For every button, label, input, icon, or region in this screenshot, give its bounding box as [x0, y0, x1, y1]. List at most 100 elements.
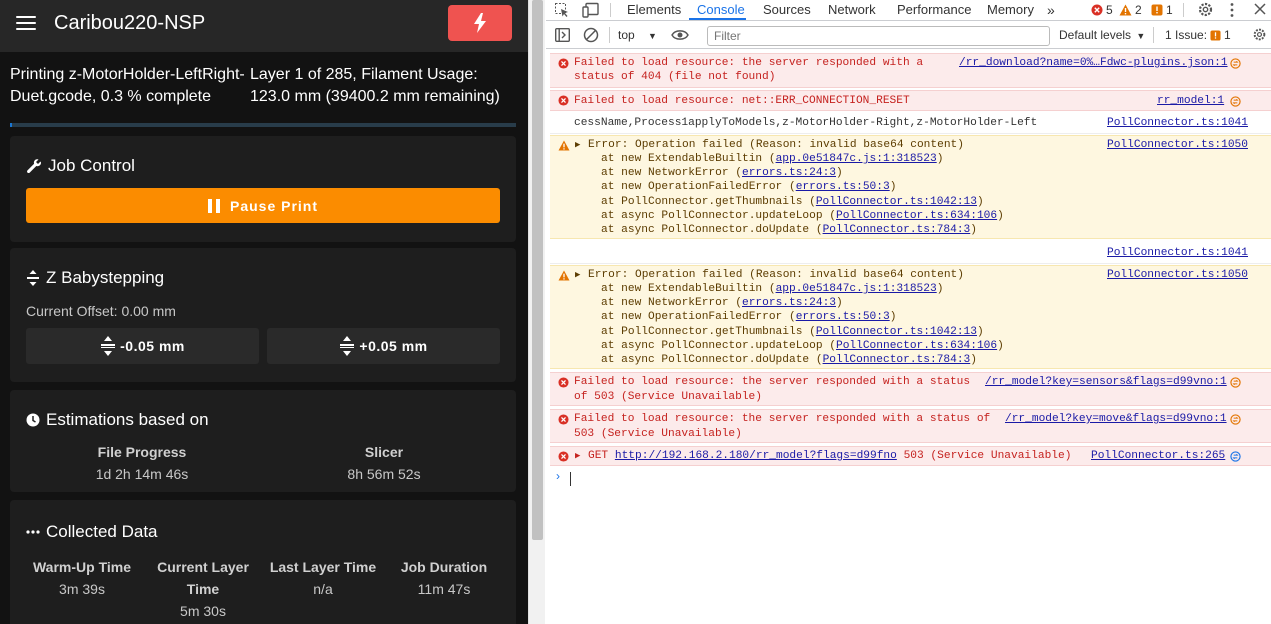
message-text: Error: Operation failed (Reason: invalid…	[588, 139, 964, 151]
tab-memory[interactable]: Memory	[987, 2, 1034, 17]
stack-frame-link[interactable]: app.0e51847c.js:1:318523	[776, 283, 937, 295]
tab-performance[interactable]: Performance	[897, 2, 971, 17]
context-selector-value: top	[618, 28, 635, 42]
log-levels-dropdown[interactable]: Default levels ▼	[1059, 28, 1145, 42]
request-url-link[interactable]: http://192.168.2.180/rr_model?flags=d99f…	[615, 450, 897, 462]
app-scrollbar[interactable]	[528, 0, 545, 624]
clear-console-icon[interactable]	[583, 27, 599, 43]
network-request-icon[interactable]	[1230, 58, 1241, 69]
network-request-icon[interactable]	[1230, 451, 1241, 462]
tab-divider	[1183, 3, 1184, 17]
babystep-down-label: -0.05 mm	[120, 338, 185, 354]
console-error-message: Failed to load resource: net::ERR_CONNEC…	[550, 90, 1271, 111]
pause-print-button[interactable]: Pause Print	[26, 188, 500, 223]
devtools-panel: Elements Console Sources Network Perform…	[546, 0, 1271, 624]
stack-frame-link[interactable]: PollConnector.ts:634:106	[836, 210, 997, 222]
more-tabs-icon[interactable]: »	[1047, 2, 1055, 18]
tab-network[interactable]: Network	[828, 2, 876, 17]
message-text: Error: Operation failed (Reason: invalid…	[588, 269, 964, 281]
job-duration-label: Job Duration	[400, 559, 488, 575]
stack-frame-link[interactable]: PollConnector.ts:1042:13	[816, 196, 977, 208]
warning-counter[interactable]: 2	[1119, 3, 1142, 17]
close-icon[interactable]	[1254, 3, 1266, 15]
message-source-link[interactable]: /rr_download?name=0%…Fdwc-plugins.json:1	[959, 56, 1228, 71]
current-layer-time-label: Current Layer	[157, 559, 249, 575]
file-progress-label: File Progress	[97, 444, 187, 460]
last-layer-time: Last Layer Time n/a	[264, 556, 382, 600]
babystep-up-button[interactable]: +0.05 mm	[267, 328, 500, 364]
kebab-menu-icon[interactable]	[1229, 2, 1235, 18]
warning-icon	[558, 140, 570, 151]
error-counter[interactable]: 5	[1091, 3, 1113, 17]
log-levels-value: Default levels	[1059, 28, 1132, 42]
estimations-header: Estimations based on	[26, 410, 209, 430]
stack-frame-link[interactable]: PollConnector.ts:784:3	[823, 354, 971, 366]
stack-frame-link[interactable]: errors.ts:50:3	[796, 181, 890, 193]
console-toolbar: top ▼ Default levels ▼ 1 Issue: 1	[546, 22, 1271, 49]
issues-button[interactable]: 1 Issue: 1	[1165, 28, 1231, 42]
message-source-link[interactable]: PollConnector.ts:1041	[1107, 116, 1248, 131]
network-request-icon[interactable]	[1230, 414, 1241, 425]
z-babystepping-header: Z Babystepping	[26, 268, 164, 288]
stack-frame: at new ExtendableBuiltin (app.0e51847c.j…	[601, 153, 944, 165]
console-error-message: Failed to load resource: the server resp…	[550, 53, 1271, 88]
sidebar-toggle-icon[interactable]	[555, 28, 570, 42]
network-request-icon[interactable]	[1230, 96, 1241, 107]
device-toolbar-icon[interactable]	[582, 2, 600, 18]
tab-sources[interactable]: Sources	[763, 2, 811, 17]
file-progress-estimate: File Progress 1d 2h 14m 46s	[52, 444, 232, 482]
message-text: status of 404 (file not found)	[574, 71, 776, 83]
message-source-link[interactable]: PollConnector.ts:265	[1091, 449, 1225, 464]
app-scrollbar-thumb[interactable]	[532, 0, 543, 540]
tab-elements[interactable]: Elements	[627, 2, 681, 17]
estimations-card: Estimations based on File Progress 1d 2h…	[10, 390, 516, 492]
stack-frame-link[interactable]: errors.ts:24:3	[742, 297, 836, 309]
message-source-link[interactable]: PollConnector.ts:1050	[1107, 138, 1248, 153]
babystep-down-button[interactable]: -0.05 mm	[26, 328, 259, 364]
job-progress-bar	[10, 123, 516, 127]
message-source-link[interactable]: rr_model:1	[1157, 94, 1224, 109]
file-progress-value: 1d 2h 14m 46s	[95, 466, 189, 482]
stack-frame-link[interactable]: PollConnector.ts:1042:13	[816, 326, 977, 338]
warning-count: 2	[1135, 3, 1142, 17]
message-text: 503 (Service Unavailable)	[574, 428, 742, 440]
live-expression-eye-icon[interactable]	[671, 29, 689, 41]
network-request-icon[interactable]	[1230, 377, 1241, 388]
stack-frame-link[interactable]: errors.ts:50:3	[796, 311, 890, 323]
menu-icon[interactable]	[16, 14, 36, 32]
message-source-link[interactable]: PollConnector.ts:1050	[1107, 268, 1248, 283]
message-source-link[interactable]: /rr_model?key=sensors&flags=d99vno:1	[985, 375, 1227, 390]
console-filter-input[interactable]	[707, 26, 1050, 46]
console-warning-message: ▶ Error: Operation failed (Reason: inval…	[550, 265, 1271, 369]
error-icon	[558, 451, 569, 462]
context-selector[interactable]: top ▼	[618, 28, 657, 42]
message-source-link[interactable]: /rr_model?key=move&flags=d99vno:1	[1005, 412, 1227, 427]
console-settings-gear-icon[interactable]	[1252, 27, 1267, 42]
error-icon	[558, 95, 569, 106]
console-warning-message: ▶ Error: Operation failed (Reason: inval…	[550, 135, 1271, 239]
inspect-element-icon[interactable]	[554, 2, 570, 18]
expand-triangle-icon[interactable]: ▶	[575, 268, 580, 283]
issue-count: 1	[1166, 3, 1173, 17]
stack-frame-link[interactable]: errors.ts:24:3	[742, 167, 836, 179]
job-control-card: Job Control Pause Print	[10, 136, 516, 242]
stack-frame: at async PollConnector.updateLoop (PollC…	[601, 340, 1004, 352]
error-icon	[1091, 4, 1103, 16]
issue-flag-icon	[1151, 4, 1163, 16]
issues-label: 1 Issue:	[1165, 28, 1208, 42]
stack-frame-link[interactable]: PollConnector.ts:784:3	[823, 224, 971, 236]
pause-print-label: Pause Print	[229, 197, 319, 214]
expand-triangle-icon[interactable]: ▶	[575, 449, 580, 464]
message-source-link[interactable]: PollConnector.ts:1041	[1107, 246, 1248, 261]
clock-icon	[26, 413, 40, 427]
tab-console[interactable]: Console	[697, 2, 745, 17]
stack-frame-link[interactable]: app.0e51847c.js:1:318523	[776, 153, 937, 165]
settings-gear-icon[interactable]	[1197, 1, 1214, 18]
emergency-stop-button[interactable]	[448, 5, 512, 41]
dots-icon	[26, 530, 40, 534]
stack-frame-link[interactable]: PollConnector.ts:634:106	[836, 340, 997, 352]
expand-triangle-icon[interactable]: ▶	[575, 138, 580, 153]
issue-counter[interactable]: 1	[1151, 3, 1173, 17]
console-input-cursor[interactable]	[570, 472, 571, 486]
stack-frame: at new NetworkError (errors.ts:24:3)	[601, 167, 843, 179]
